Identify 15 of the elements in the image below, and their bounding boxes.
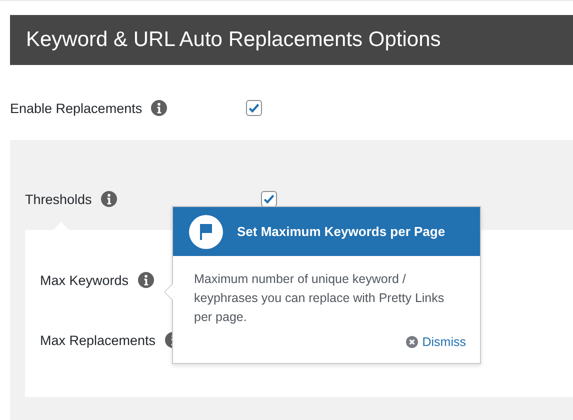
setting-label: Max Keywords (40, 272, 129, 288)
setting-label: Thresholds (25, 192, 92, 206)
flag-icon (189, 214, 223, 248)
info-icon[interactable] (100, 191, 117, 207)
checkbox[interactable] (246, 100, 262, 116)
page-heading: Keyword & URL Auto Replacements Options (10, 15, 573, 65)
info-icon[interactable] (151, 100, 168, 116)
info-icon[interactable] (138, 272, 154, 288)
setting-label: Enable Replacements (10, 100, 142, 116)
tooltip-text: Maximum number of unique keyword / keyphrases you can replace with Pretty Links per page. (193, 271, 446, 326)
close-icon[interactable] (406, 336, 418, 348)
dismiss-link[interactable]: Dismiss (406, 335, 466, 349)
checkbox[interactable] (261, 191, 277, 207)
setting-label: Max Replacements (40, 332, 156, 348)
tooltip-title: Set Maximum Keywords per Page (237, 224, 446, 239)
